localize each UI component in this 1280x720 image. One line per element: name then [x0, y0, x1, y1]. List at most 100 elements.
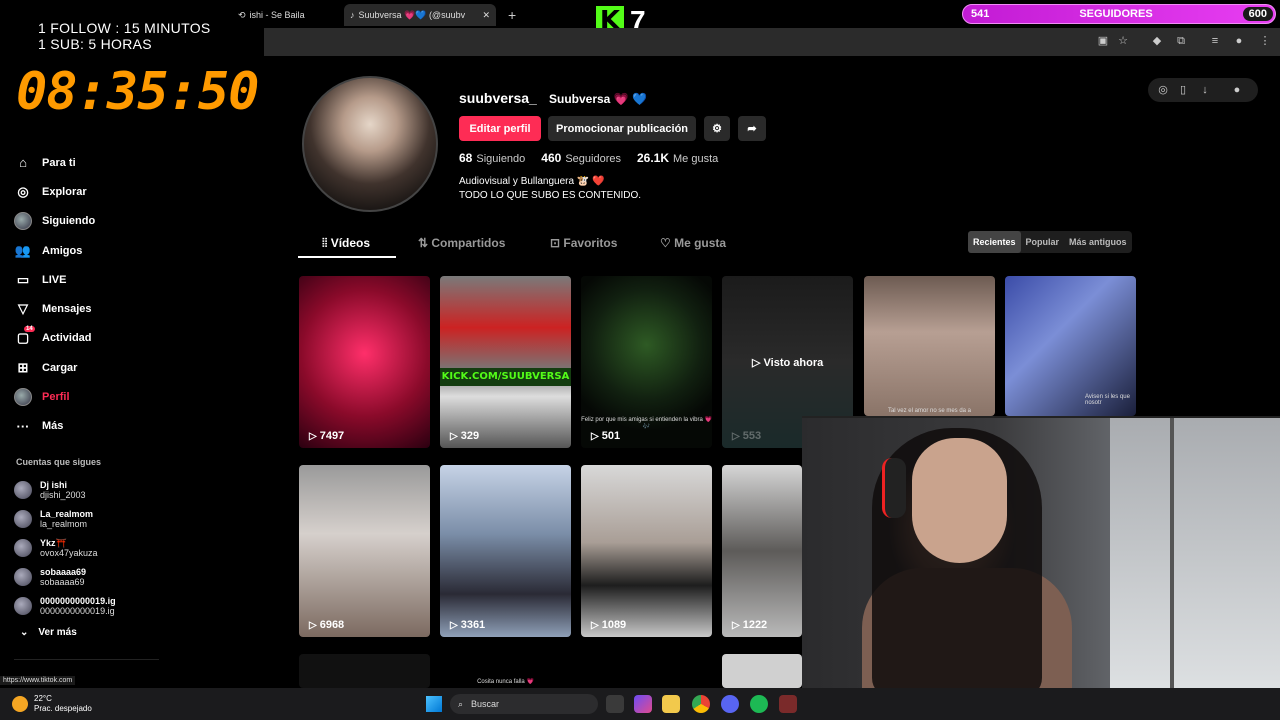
profile-avatar[interactable]	[302, 76, 438, 212]
tab-favoritos[interactable]: ⊡ Favoritos	[550, 236, 617, 250]
phone-icon[interactable]: ▯	[1176, 83, 1190, 97]
cast-icon[interactable]: ▣	[1096, 34, 1110, 48]
sidebar-item-label: Amigos	[42, 244, 83, 257]
list-item[interactable]: sobaaaa69 sobaaaa69	[14, 562, 164, 591]
account-name: 0000000000019.ig	[40, 595, 116, 606]
list-item[interactable]: 0000000000019.ig 0000000000019.ig	[14, 591, 164, 620]
file-explorer-icon[interactable]	[662, 695, 680, 713]
profile-icon[interactable]: ●	[1232, 34, 1246, 48]
sidebar-item-label: LIVE	[42, 273, 67, 286]
webcam-background-window	[1110, 418, 1280, 698]
compass-icon[interactable]: ◎	[1156, 83, 1170, 97]
tiktok-icon: ♪	[350, 10, 355, 20]
sidebar-item-live[interactable]: ▭ LIVE	[14, 265, 164, 294]
taskbar-search[interactable]: ⌕ Buscar	[450, 694, 598, 714]
new-tab-button[interactable]: +	[502, 4, 522, 26]
following-avatar-icon	[14, 212, 32, 231]
following-stat[interactable]: 68 Siguiendo	[459, 151, 525, 165]
puzzle-icon[interactable]: ⧉	[1174, 34, 1188, 48]
bookmark-star-icon[interactable]: ☆	[1116, 34, 1130, 48]
tab-label: Me gusta	[674, 236, 727, 250]
list-item[interactable]: La_realmom la_realmom	[14, 504, 164, 533]
windows-start-icon[interactable]	[426, 696, 442, 712]
webcam-overlay	[802, 416, 1280, 698]
see-more-button[interactable]: ⌄ Ver más	[20, 627, 77, 638]
live-icon: ▭	[16, 271, 30, 287]
menu-icon[interactable]: ⋮	[1258, 34, 1272, 48]
floating-toolbar: ◎ ▯ ↓ ●	[1148, 78, 1258, 102]
video-card[interactable]: Feliz por que mis amigas si entienden la…	[581, 276, 712, 448]
edit-profile-button[interactable]: Editar perfil	[459, 116, 541, 141]
playlist-icon[interactable]: ≡	[1208, 34, 1222, 48]
video-card[interactable]: 1089	[581, 465, 712, 637]
sidebar-item-cargar[interactable]: ⊞ Cargar	[14, 353, 164, 382]
sidebar-item-label: Cargar	[42, 361, 78, 374]
sidebar-item-siguiendo[interactable]: Siguiendo	[14, 207, 164, 236]
tab-videos[interactable]: ⦙⦙ Vídeos	[322, 236, 370, 251]
tab-suubversa[interactable]: ♪ Suubversa 💗💙 (@suubv ✕	[344, 4, 496, 26]
avatar	[14, 480, 32, 499]
settings-button[interactable]: ⚙	[704, 116, 730, 141]
video-card[interactable]: Cosita nunca falla 💗	[440, 674, 571, 688]
tab-label: Compartidos	[431, 236, 506, 250]
view-count: 6968	[309, 619, 344, 631]
video-card[interactable]: Tal vez el amor no se mes da a	[864, 276, 995, 416]
sidebar-item-perfil[interactable]: Perfil	[14, 382, 164, 411]
upload-icon: ⊞	[17, 359, 29, 375]
share-button[interactable]: ➦	[738, 116, 766, 141]
video-card[interactable]: 1222	[722, 465, 802, 637]
video-card[interactable]: KICK.COM/SUUBVERSA 329	[440, 276, 571, 448]
chrome-icon[interactable]	[692, 695, 710, 713]
view-count: 1222	[732, 619, 767, 631]
task-view-icon[interactable]	[606, 695, 624, 713]
account-handle: 0000000000019.ig	[40, 605, 115, 616]
video-card[interactable]	[299, 654, 430, 688]
discord-icon[interactable]	[721, 695, 739, 713]
video-card[interactable]	[722, 654, 802, 688]
video-card[interactable]: 6968	[299, 465, 430, 637]
video-card[interactable]: Avisen si les que nosotr	[1005, 276, 1136, 416]
sidebar-item-explorar[interactable]: ◎ Explorar	[14, 177, 164, 206]
followers-label: SEGUIDORES	[1079, 8, 1153, 20]
spotify-icon[interactable]	[750, 695, 768, 713]
following-heading: Cuentas que sigues	[16, 457, 102, 467]
temperature: 22°C	[34, 694, 52, 703]
followers-goal-bar: 541 SEGUIDORES 600	[962, 4, 1276, 24]
tab-me-gusta[interactable]: ♡ Me gusta	[660, 236, 726, 250]
sidebar-item-actividad[interactable]: ▢ 14 Actividad	[14, 324, 164, 353]
sidebar-item-label: Siguiendo	[42, 215, 96, 228]
tab-ishi[interactable]: ⟲ ishi - Se Baila	[232, 4, 340, 26]
sidebar-item-label: Explorar	[42, 185, 87, 198]
sidebar-item-para-ti[interactable]: ⌂ Para ti	[14, 148, 164, 177]
sort-popular[interactable]: Popular	[1021, 231, 1065, 253]
sort-recientes[interactable]: Recientes	[968, 231, 1021, 253]
sidebar-item-amigos[interactable]: 👥 Amigos	[14, 236, 164, 265]
download-icon[interactable]: ↓	[1198, 83, 1212, 97]
avatar[interactable]: ●	[1230, 83, 1244, 97]
promote-post-button[interactable]: Promocionar publicación	[548, 116, 696, 141]
extension-icon[interactable]: ◆	[1150, 34, 1164, 48]
profile-username: suubversa_	[459, 90, 537, 106]
video-card[interactable]: 7497	[299, 276, 430, 448]
sort-mas-antiguos[interactable]: Más antiguos	[1064, 231, 1132, 253]
close-icon[interactable]: ✕	[482, 10, 490, 21]
sidebar-item-mas[interactable]: ··· Más	[14, 412, 164, 441]
sidebar-item-label: Mensajes	[42, 303, 92, 316]
copilot-icon[interactable]	[634, 695, 652, 713]
list-item[interactable]: Ykz⛩️ ovox47yakuza	[14, 533, 164, 562]
stat-label: Siguiendo	[476, 153, 526, 165]
video-card[interactable]: 3361	[440, 465, 571, 637]
weather-widget[interactable]: 22°C Prac. despejado	[12, 694, 92, 714]
app-icon[interactable]	[779, 695, 797, 713]
video-caption: Cosita nunca falla 💗	[477, 679, 534, 685]
account-handle: djishi_2003	[40, 489, 86, 500]
account-name: sobaaaa69	[40, 566, 87, 577]
list-item[interactable]: Dj ishi djishi_2003	[14, 475, 164, 504]
tab-label: Favoritos	[563, 236, 618, 250]
tab-label: Vídeos	[330, 236, 371, 250]
profile-nickname: Suubversa 💗 💙	[549, 92, 647, 106]
tab-compartidos[interactable]: ⇅ Compartidos	[418, 236, 505, 250]
stream-goals: 1 FOLLOW : 15 MINUTOS 1 SUB: 5 HORAS	[38, 20, 211, 52]
sidebar-item-mensajes[interactable]: ▽ Mensajes	[14, 294, 164, 323]
followers-stat[interactable]: 460 Seguidores	[541, 151, 621, 165]
